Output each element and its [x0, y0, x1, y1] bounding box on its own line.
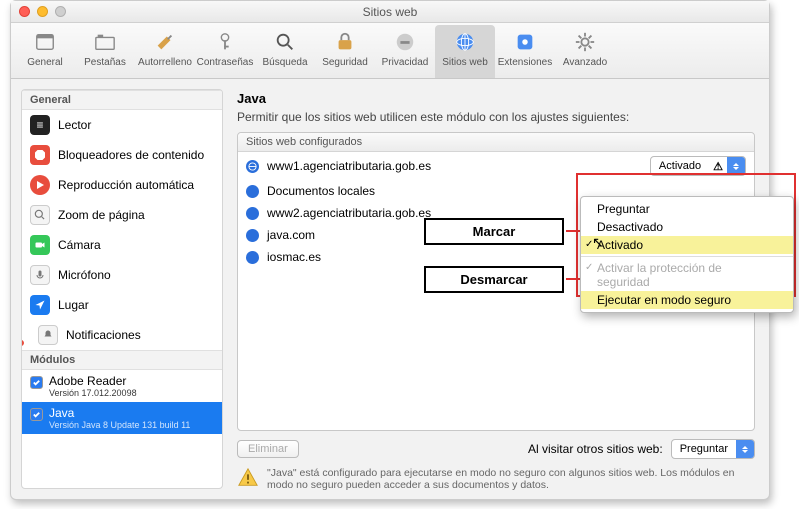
checkbox-icon[interactable]: [30, 408, 43, 421]
annotation-desmarcar: Desmarcar: [424, 266, 564, 293]
globe-icon: [246, 207, 259, 220]
checkmark-icon: ✓: [585, 239, 593, 250]
checkbox-icon[interactable]: [30, 376, 43, 389]
globe-icon: [246, 160, 259, 173]
zoom-icon: [30, 205, 50, 225]
delete-button[interactable]: Eliminar: [237, 440, 299, 458]
window-title: Sitios web: [11, 1, 769, 23]
preferences-toolbar: General Pestañas Autorrelleno Contraseña…: [11, 23, 769, 79]
module-title: Java: [237, 91, 755, 106]
sidebar-general-list: ≡Lector Bloqueadores de contenido Reprod…: [22, 110, 222, 350]
policy-select[interactable]: Activado⚠: [650, 156, 746, 176]
other-sites-select[interactable]: Preguntar: [671, 439, 755, 459]
tab-privacy[interactable]: Privacidad: [375, 25, 435, 78]
titlebar: Sitios web: [11, 1, 769, 23]
menu-item-on[interactable]: ✓Activado: [581, 236, 793, 254]
bell-icon: [38, 325, 58, 345]
annotation-marcar: Marcar: [424, 218, 564, 245]
sidebar-item-notifications[interactable]: Notificaciones: [22, 320, 222, 350]
tab-autofill[interactable]: Autorrelleno: [135, 25, 195, 78]
mic-icon: [30, 265, 50, 285]
sidebar-item-zoom[interactable]: Zoom de página: [22, 200, 222, 230]
globe-icon: [246, 229, 259, 242]
warning-row: "Java" está configurado para ejecutarse …: [237, 467, 755, 491]
chevron-updown-icon: [727, 157, 745, 175]
tab-security[interactable]: Seguridad: [315, 25, 375, 78]
minimize-button[interactable]: [37, 6, 48, 17]
tab-tabs[interactable]: Pestañas: [75, 25, 135, 78]
location-icon: [30, 295, 50, 315]
site-row[interactable]: www1.agenciatributaria.gob.es Activado⚠: [238, 152, 754, 180]
close-button[interactable]: [19, 6, 30, 17]
sidebar-item-location[interactable]: Lugar: [22, 290, 222, 320]
tab-general[interactable]: General: [15, 25, 75, 78]
sidebar-header-modules: Módulos: [22, 350, 222, 370]
menu-item-safe-mode[interactable]: Ejecutar en modo seguro: [581, 291, 793, 309]
sidebar-item-autoplay[interactable]: Reproducción automática: [22, 170, 222, 200]
menu-item-ask[interactable]: Preguntar: [581, 200, 793, 218]
globe-icon: [246, 251, 259, 264]
globe-icon: [246, 185, 259, 198]
play-icon: [30, 175, 50, 195]
tab-extensions[interactable]: Extensiones: [495, 25, 555, 78]
tab-passwords[interactable]: Contraseñas: [195, 25, 255, 78]
tab-websites[interactable]: Sitios web: [435, 25, 495, 78]
block-icon: [30, 145, 50, 165]
tab-advanced[interactable]: Avanzado: [555, 25, 615, 78]
sidebar-item-blockers[interactable]: Bloqueadores de contenido: [22, 140, 222, 170]
checkmark-icon: ✓: [585, 262, 593, 273]
menu-item-off[interactable]: Desactivado: [581, 218, 793, 236]
module-item-adobe[interactable]: Adobe ReaderVersión 17.012.20098: [22, 370, 222, 402]
camera-icon: [30, 235, 50, 255]
sidebar-header-general: General: [22, 90, 222, 110]
menu-item-protection: ✓Activar la protección de seguridad: [581, 259, 793, 291]
sidebar: General ≡Lector Bloqueadores de contenid…: [21, 89, 223, 489]
warning-icon: [237, 467, 259, 489]
sidebar-item-reader[interactable]: ≡Lector: [22, 110, 222, 140]
reader-icon: ≡: [30, 115, 50, 135]
list-header: Sitios web configurados: [238, 133, 754, 152]
other-sites-label: Al visitar otros sitios web:: [528, 442, 663, 456]
module-item-java[interactable]: JavaVersión Java 8 Update 131 build 11: [22, 402, 222, 434]
warning-text: "Java" está configurado para ejecutarse …: [267, 467, 755, 491]
sidebar-item-mic[interactable]: Micrófono: [22, 260, 222, 290]
policy-popup-menu: Preguntar Desactivado ✓Activado ✓Activar…: [580, 196, 794, 313]
badge-icon: [21, 340, 24, 346]
zoom-button[interactable]: [55, 6, 66, 17]
chevron-updown-icon: [736, 440, 754, 458]
module-subtitle: Permitir que los sitios web utilicen est…: [237, 110, 755, 124]
sidebar-item-camera[interactable]: Cámara: [22, 230, 222, 260]
tab-search[interactable]: Búsqueda: [255, 25, 315, 78]
